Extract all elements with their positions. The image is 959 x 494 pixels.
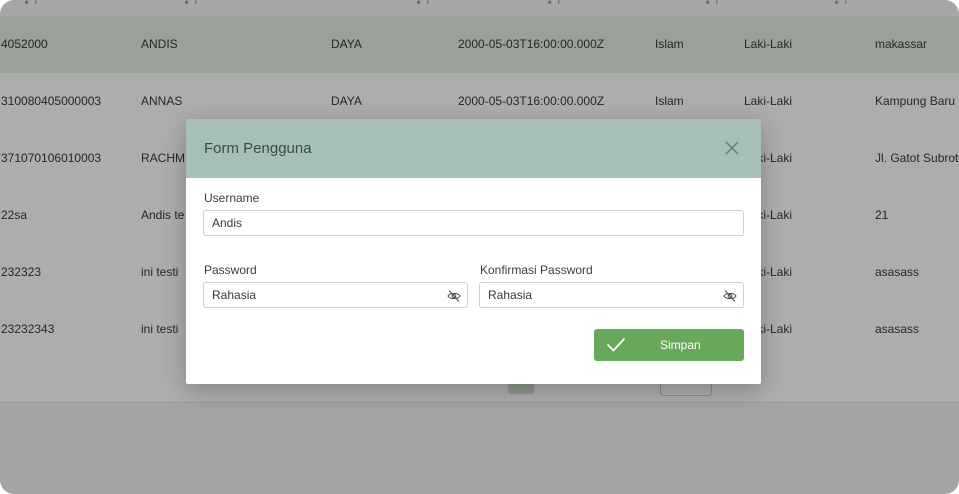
save-button-label: Simpan [660, 338, 701, 352]
username-input[interactable] [204, 211, 743, 235]
password-input[interactable] [204, 283, 467, 307]
dialog-title: Form Pengguna [204, 140, 312, 157]
password-label: Password [204, 263, 257, 277]
check-icon [607, 338, 625, 352]
username-field[interactable] [203, 210, 744, 236]
dialog-header: Form Pengguna [186, 119, 761, 178]
username-label: Username [204, 191, 260, 205]
close-icon [725, 141, 739, 155]
password-field[interactable] [203, 282, 468, 308]
save-button[interactable]: Simpan [594, 329, 744, 361]
confirm-password-input[interactable] [480, 283, 743, 307]
eye-off-icon[interactable] [447, 289, 461, 303]
eye-off-icon[interactable] [723, 289, 737, 303]
close-button[interactable] [723, 139, 741, 157]
app-window: ↓↑ ↓↑ ↓↑ ↓↑ ↓↑ ↓↑ 4052000 ANDIS DAYA 200… [0, 0, 959, 494]
confirm-password-label: Konfirmasi Password [480, 263, 593, 277]
confirm-password-field[interactable] [479, 282, 744, 308]
form-dialog: Form Pengguna Username Password Konfirma… [186, 119, 761, 384]
